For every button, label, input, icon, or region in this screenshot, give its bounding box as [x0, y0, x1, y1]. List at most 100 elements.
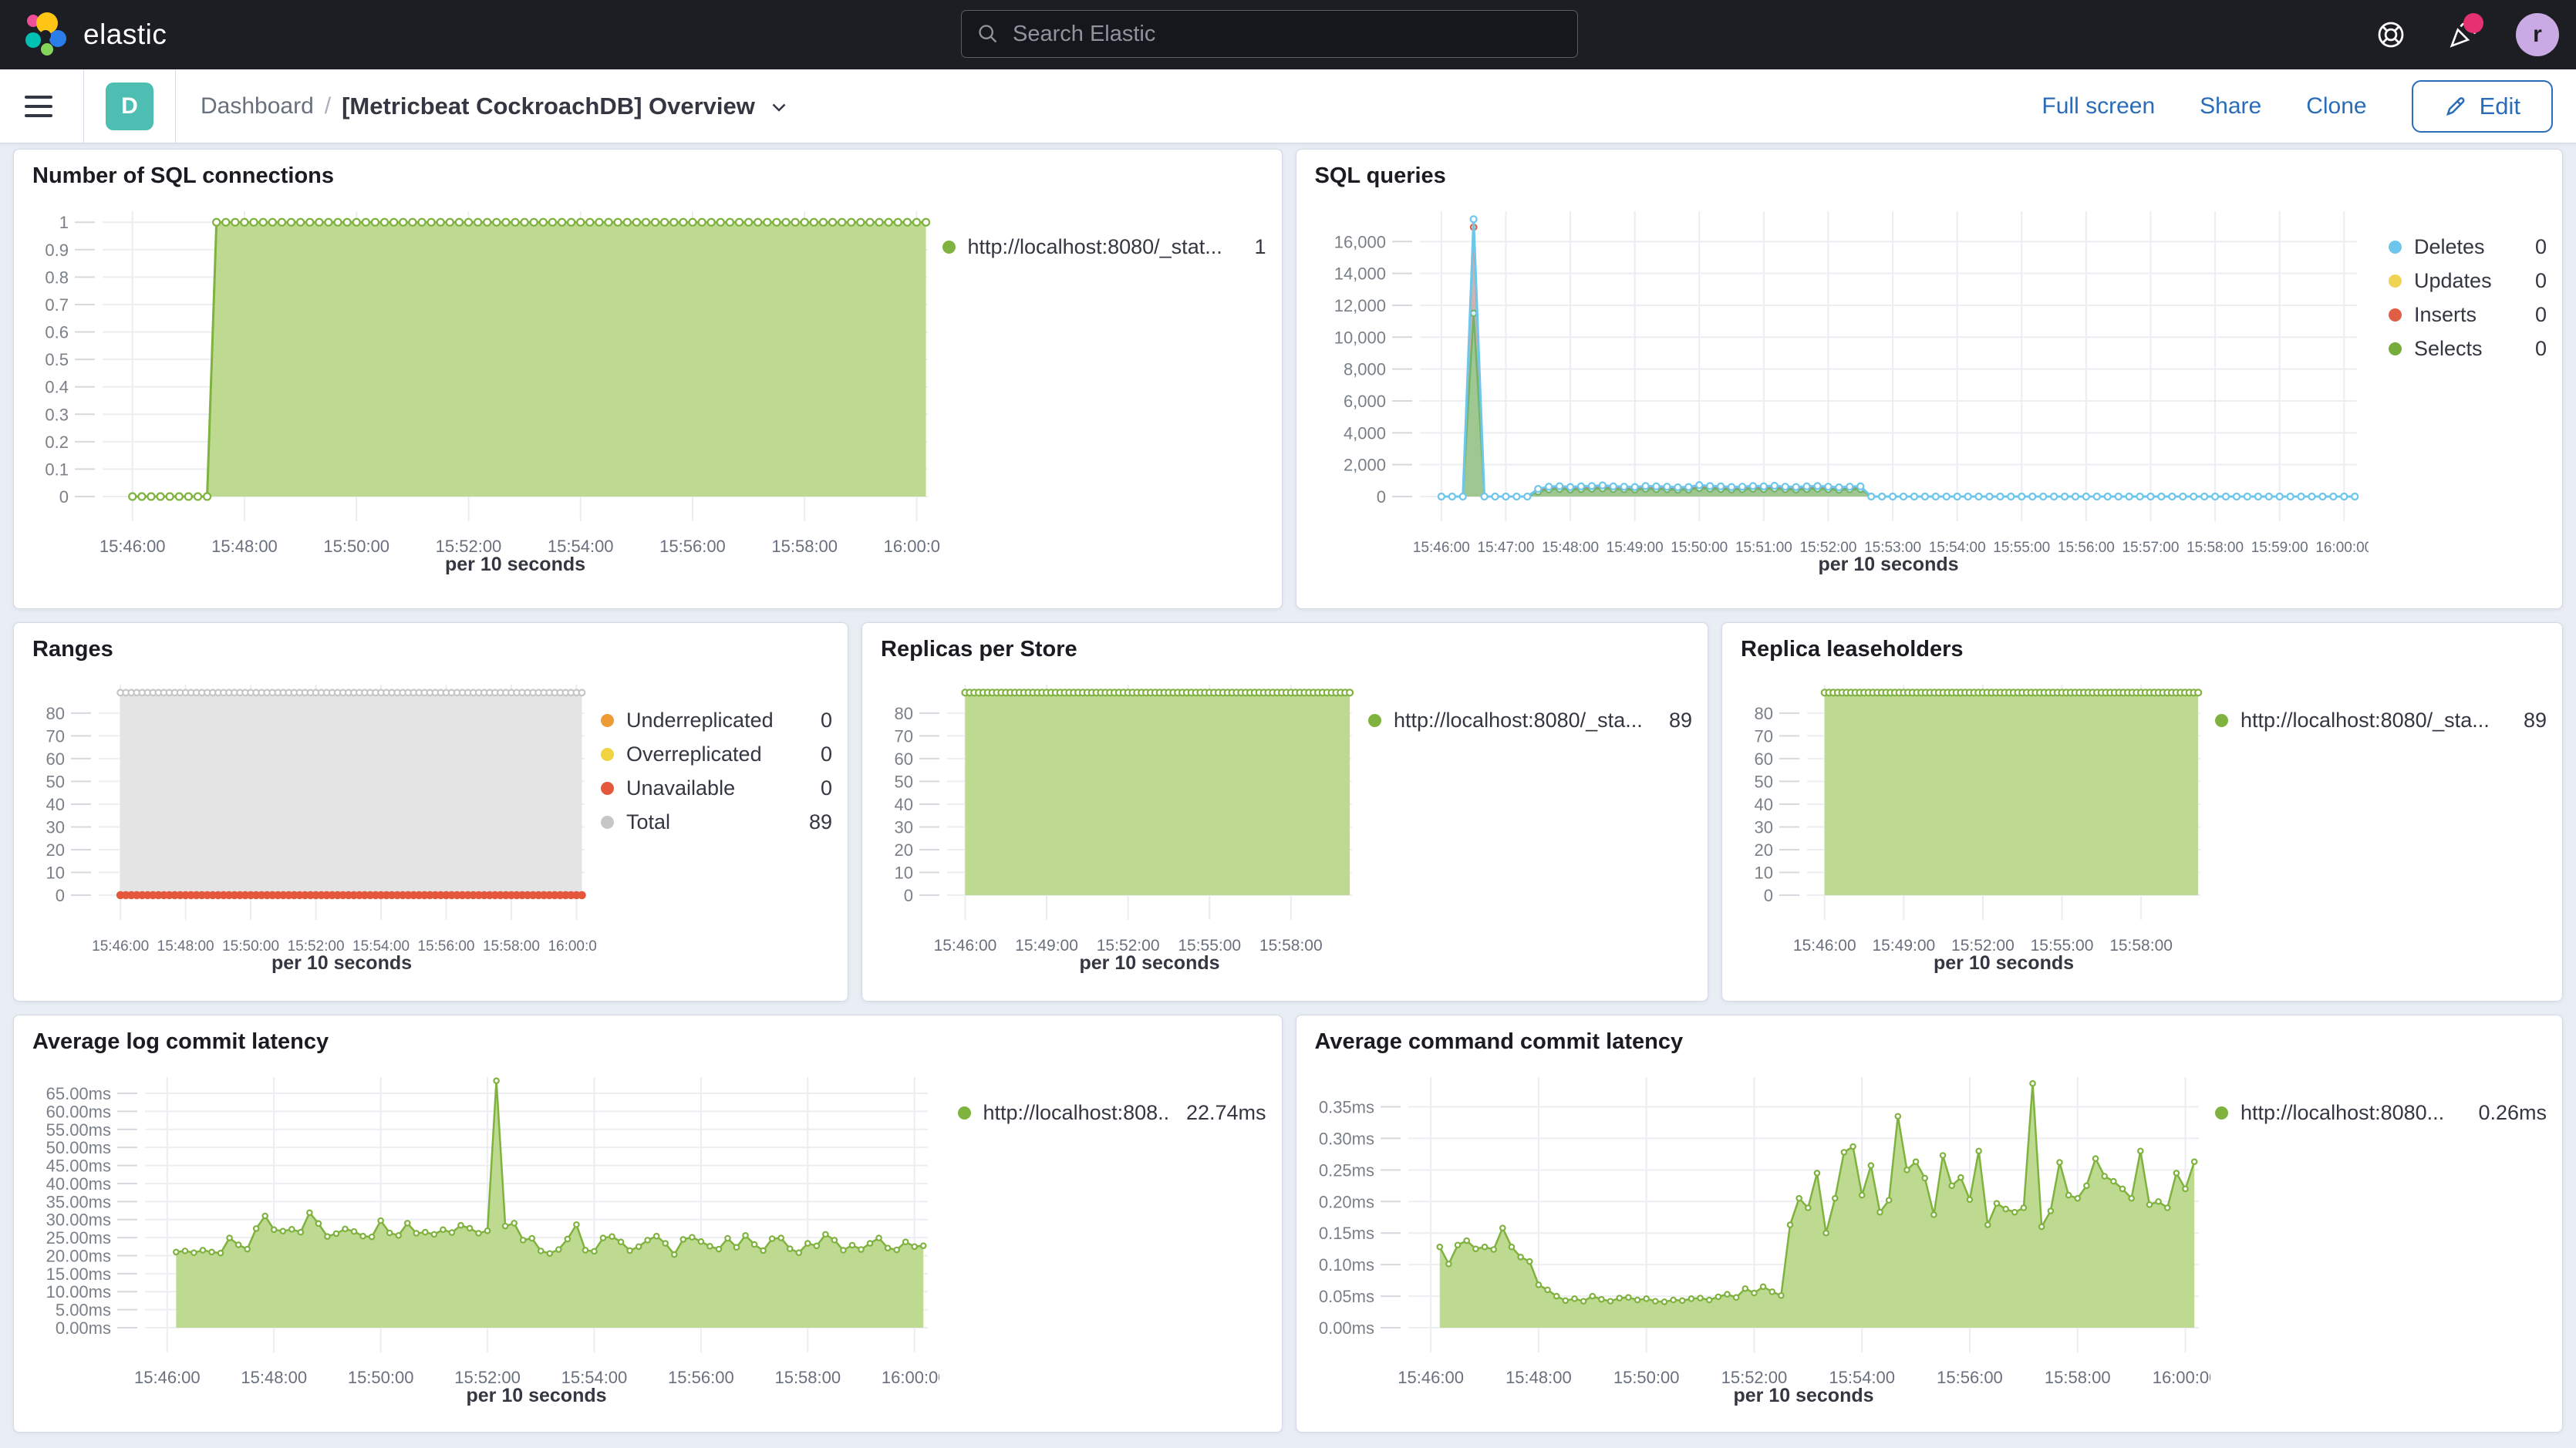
panel-title[interactable]: Replica leaseholders [1741, 637, 2547, 662]
y-axis-tick-label: 0.8 [45, 268, 69, 287]
y-axis-tick-label: 60.00ms [46, 1102, 111, 1121]
y-axis-tick-label: 0 [904, 886, 913, 905]
breadcrumb-separator: / [325, 93, 331, 120]
ranges-chart[interactable]: 15:46:0015:48:0015:50:0015:52:0015:54:00… [29, 665, 596, 988]
x-axis-tick-label: 15:49:00 [1015, 937, 1078, 955]
top-header-bar: elastic [0, 0, 2576, 69]
legend-item[interactable]: Unavailable0 [601, 776, 832, 800]
avg-command-commit-latency-chart[interactable]: 15:46:0015:48:0015:50:0015:52:0015:54:00… [1312, 1058, 2210, 1419]
y-axis-tick-label: 14,000 [1334, 264, 1385, 284]
dashboard-badge[interactable]: D [106, 83, 153, 130]
dashboard-content: Number of SQL connections 15:46:0015:48:… [0, 149, 2576, 1446]
help-icon[interactable] [2374, 18, 2408, 52]
toolbar-actions: Full screen Share Clone Edit [2042, 80, 2553, 133]
y-axis-tick-label: 0.05ms [1318, 1287, 1374, 1306]
x-axis-tick-label: 15:46:00 [1793, 937, 1856, 955]
x-axis-tick-label: 15:58:00 [483, 938, 540, 955]
legend-item[interactable]: Total89 [601, 810, 832, 834]
y-axis-tick-label: 45.00ms [46, 1157, 111, 1176]
avg-log-commit-latency-chart[interactable]: 15:46:0015:48:0015:50:0015:52:0015:54:00… [29, 1058, 939, 1419]
sql-connections-chart[interactable]: 15:46:0015:48:0015:50:0015:52:0015:54:00… [29, 192, 939, 596]
chart-canvas[interactable]: 15:46:0015:49:0015:52:0015:55:0015:58:00… [1738, 665, 2212, 980]
legend-item[interactable]: Selects0 [2389, 336, 2547, 361]
legend-color-dot [2389, 308, 2402, 322]
x-axis-label: per 10 seconds [445, 554, 585, 575]
y-axis-tick-label: 0.10ms [1318, 1255, 1374, 1275]
replica-leaseholders-chart[interactable]: 15:46:0015:49:0015:52:0015:55:0015:58:00… [1738, 665, 2212, 988]
global-search-box[interactable] [961, 10, 1578, 58]
panel-title[interactable]: Number of SQL connections [32, 163, 1266, 189]
legend-value: 0 [2535, 268, 2547, 293]
x-axis-label: per 10 seconds [1934, 952, 2074, 974]
full-screen-button[interactable]: Full screen [2042, 93, 2155, 120]
legend-item[interactable]: http://localhost:8080/_sta...89 [2215, 708, 2547, 732]
edit-button[interactable]: Edit [2412, 80, 2553, 133]
legend-item[interactable]: Overreplicated0 [601, 742, 832, 766]
chart-canvas[interactable]: 15:46:0015:48:0015:50:0015:52:0015:54:00… [29, 192, 939, 581]
title-chevron-down-icon[interactable] [767, 95, 791, 118]
y-axis-tick-label: 0.5 [45, 350, 69, 369]
legend-item[interactable]: Updates0 [2389, 268, 2547, 293]
menu-hamburger-icon[interactable] [25, 96, 52, 117]
y-axis-tick-label: 40.00ms [46, 1174, 111, 1194]
y-axis-tick-label: 50 [1755, 772, 1773, 791]
legend-item[interactable]: http://localhost:808...22.74ms [958, 1100, 1266, 1125]
chart-canvas[interactable]: 15:46:0015:48:0015:50:0015:52:0015:54:00… [1312, 1058, 2210, 1413]
chart-canvas[interactable]: 15:46:0015:48:0015:50:0015:52:0015:54:00… [29, 665, 596, 980]
x-axis-tick-label: 15:56:00 [668, 1368, 734, 1387]
panel-title[interactable]: SQL queries [1315, 163, 2547, 189]
edit-button-label: Edit [2480, 93, 2520, 120]
x-axis-tick-label: 15:58:00 [1259, 937, 1323, 955]
breadcrumb-dashboard[interactable]: Dashboard [201, 93, 314, 120]
y-axis-tick-label: 55.00ms [46, 1120, 111, 1140]
elastic-logo-icon [23, 11, 68, 59]
x-axis-tick-label: 15:46:00 [134, 1368, 201, 1387]
x-axis-tick-label: 16:00:00 [884, 537, 939, 556]
x-axis-tick-label: 15:58:00 [771, 537, 838, 556]
y-axis-tick-label: 10 [46, 863, 65, 882]
legend-item[interactable]: http://localhost:8080/_stat...1 [942, 234, 1266, 259]
x-axis-tick-label: 15:50:00 [222, 938, 279, 955]
y-axis-tick-label: 20 [1755, 840, 1773, 860]
chart-canvas[interactable]: 15:46:0015:49:0015:52:0015:55:0015:58:00… [878, 665, 1364, 980]
chart-canvas[interactable]: 15:46:0015:48:0015:50:0015:52:0015:54:00… [29, 1058, 939, 1413]
panel-ranges: Ranges 15:46:0015:48:0015:50:0015:52:001… [13, 622, 848, 1002]
legend-color-dot [601, 782, 614, 795]
share-button[interactable]: Share [2200, 93, 2261, 120]
y-axis-tick-label: 70 [895, 726, 913, 746]
x-axis-label: per 10 seconds [466, 1385, 606, 1406]
search-input[interactable] [1011, 21, 1562, 48]
x-axis-tick-label: 16:00:00 [882, 1368, 939, 1387]
panel-title[interactable]: Average command commit latency [1315, 1029, 2547, 1055]
y-axis-tick-label: 0.2 [45, 433, 69, 452]
y-axis-tick-label: 1 [59, 213, 69, 232]
replicas-per-store-chart[interactable]: 15:46:0015:49:0015:52:0015:55:0015:58:00… [878, 665, 1364, 988]
sql-queries-chart[interactable]: 15:46:0015:47:0015:48:0015:49:0015:50:00… [1312, 192, 2369, 596]
clone-button[interactable]: Clone [2306, 93, 2366, 120]
elastic-brand[interactable]: elastic [23, 11, 167, 59]
legend-item[interactable]: Deletes0 [2389, 234, 2547, 259]
legend-label: Underreplicated [626, 708, 804, 732]
panel-replicas-per-store: Replicas per Store 15:46:0015:49:0015:52… [861, 622, 1708, 1002]
y-axis-tick-label: 10,000 [1334, 328, 1385, 347]
legend-item[interactable]: Underreplicated0 [601, 708, 832, 732]
legend-item[interactable]: http://localhost:8080/_sta...89 [1368, 708, 1692, 732]
panel-title[interactable]: Replicas per Store [881, 637, 1692, 662]
legend-item[interactable]: http://localhost:8080...0.26ms [2215, 1100, 2547, 1125]
news-party-icon[interactable] [2445, 18, 2479, 52]
panel-title[interactable]: Ranges [32, 637, 832, 662]
x-axis-tick-label: 15:58:00 [2109, 937, 2173, 955]
y-axis-tick-label: 0.3 [45, 405, 69, 424]
legend-item[interactable]: Inserts0 [2389, 302, 2547, 327]
legend-color-dot [958, 1106, 971, 1120]
page-title: [Metricbeat CockroachDB] Overview [342, 93, 755, 120]
y-axis-tick-label: 0 [59, 487, 69, 507]
y-axis-tick-label: 50 [895, 772, 913, 791]
user-avatar[interactable]: r [2516, 13, 2559, 56]
y-axis-tick-label: 2,000 [1343, 456, 1385, 475]
x-axis-tick-label: 15:46:00 [934, 937, 997, 955]
chart-canvas[interactable]: 15:46:0015:47:0015:48:0015:49:0015:50:00… [1312, 192, 2369, 581]
panel-avg-command-commit-latency: Average command commit latency 15:46:001… [1296, 1015, 2564, 1433]
panel-title[interactable]: Average log commit latency [32, 1029, 1266, 1055]
x-axis-tick-label: 15:48:00 [241, 1368, 307, 1387]
